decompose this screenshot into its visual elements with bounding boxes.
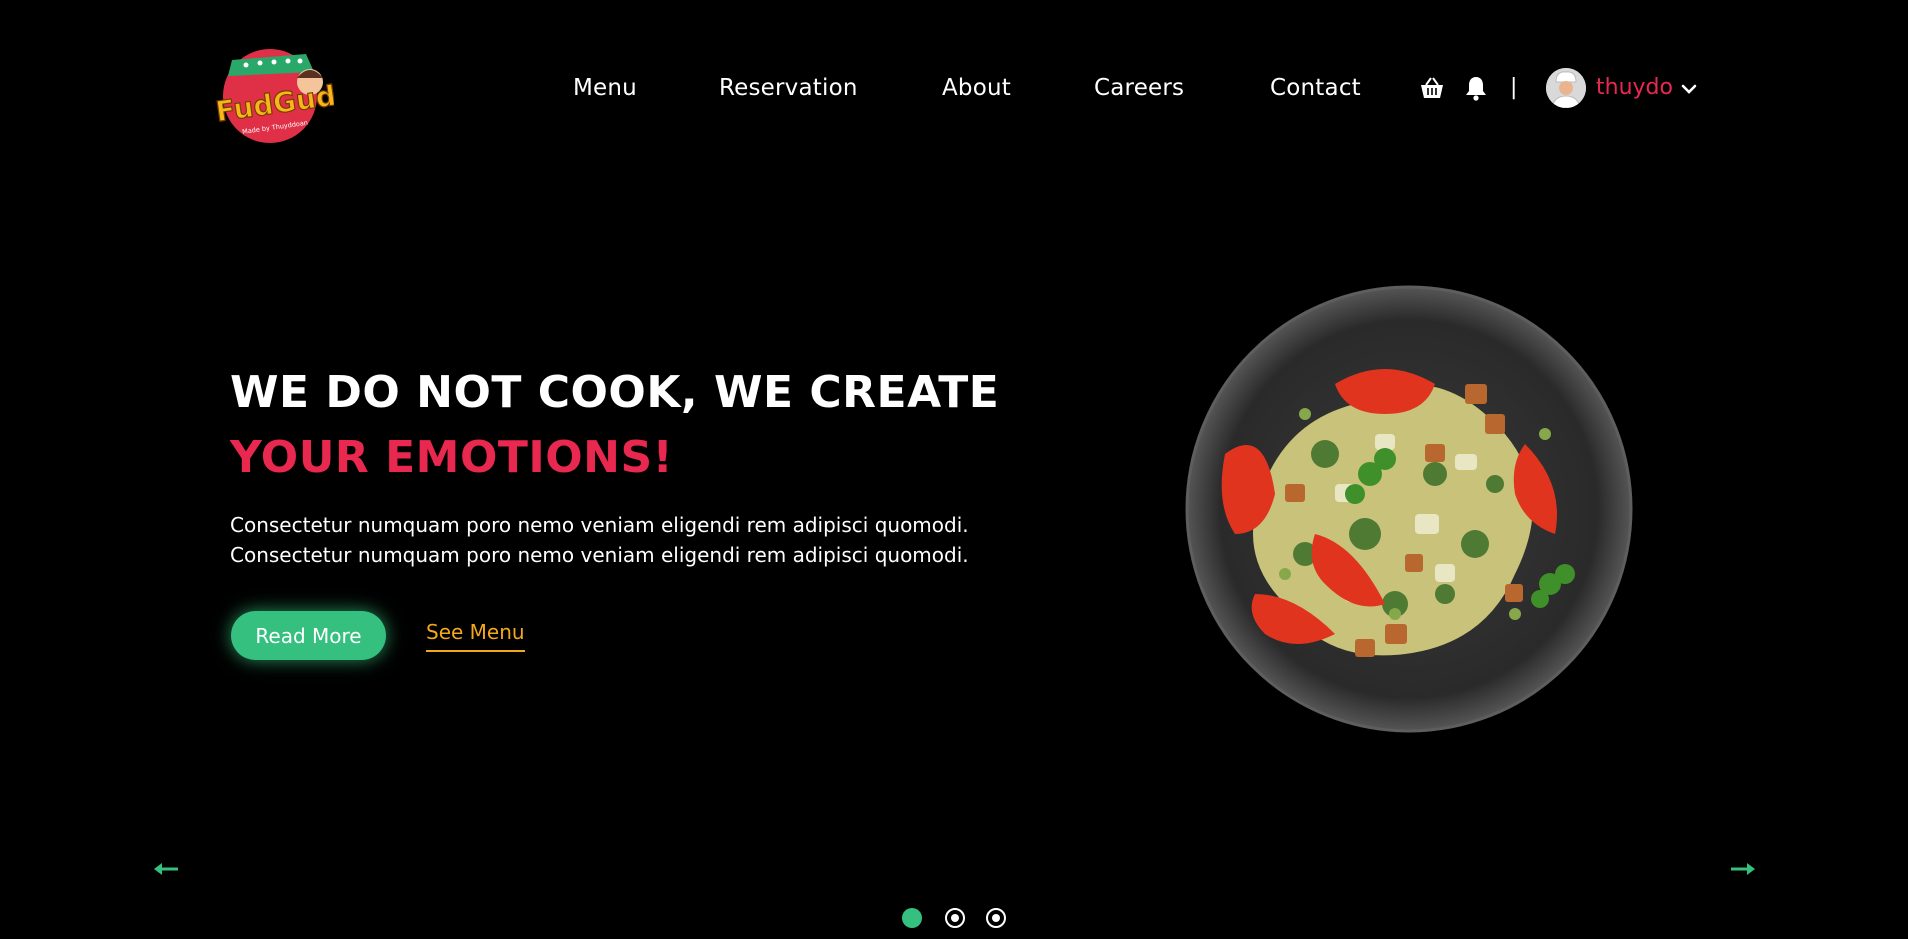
user-name[interactable]: thuydo — [1596, 70, 1673, 106]
hero-headline-highlight: YOUR EMOTIONS! — [230, 432, 674, 483]
nav-menu[interactable]: Menu — [573, 70, 637, 106]
bell-icon[interactable] — [1461, 73, 1491, 103]
carousel-dot-3[interactable] — [986, 908, 1006, 928]
hero-description-line: Consectetur numquam poro nemo veniam eli… — [230, 543, 969, 567]
nav-reservation[interactable]: Reservation — [719, 70, 858, 106]
chevron-down-icon[interactable] — [1680, 80, 1698, 98]
see-menu-link[interactable]: See Menu — [426, 620, 525, 652]
carousel-dot-2[interactable] — [945, 908, 965, 928]
hero-description-line: Consectetur numquam poro nemo veniam eli… — [230, 513, 969, 537]
basket-icon[interactable] — [1417, 73, 1447, 103]
carousel-dot-1[interactable] — [902, 908, 922, 928]
nav-contact[interactable]: Contact — [1270, 70, 1361, 106]
nav-careers[interactable]: Careers — [1094, 70, 1184, 106]
hero-headline-white: WE DO NOT COOK, WE CREATE — [230, 367, 1000, 418]
brand-logo[interactable]: FudGud Made by Thuyddoan — [210, 38, 338, 146]
hero-headline: WE DO NOT COOK, WE CREATE YOUR EMOTIONS! — [230, 360, 1110, 490]
nav-divider: | — [1510, 75, 1518, 100]
nav-about[interactable]: About — [942, 70, 1011, 106]
hero-description: Consectetur numquam poro nemo veniam eli… — [230, 510, 1110, 570]
avatar[interactable] — [1546, 68, 1586, 108]
read-more-button[interactable]: Read More — [231, 611, 386, 660]
arrow-left-icon[interactable] — [152, 856, 180, 882]
salad-plate-image — [1185, 284, 1633, 734]
arrow-right-icon[interactable] — [1729, 856, 1757, 882]
